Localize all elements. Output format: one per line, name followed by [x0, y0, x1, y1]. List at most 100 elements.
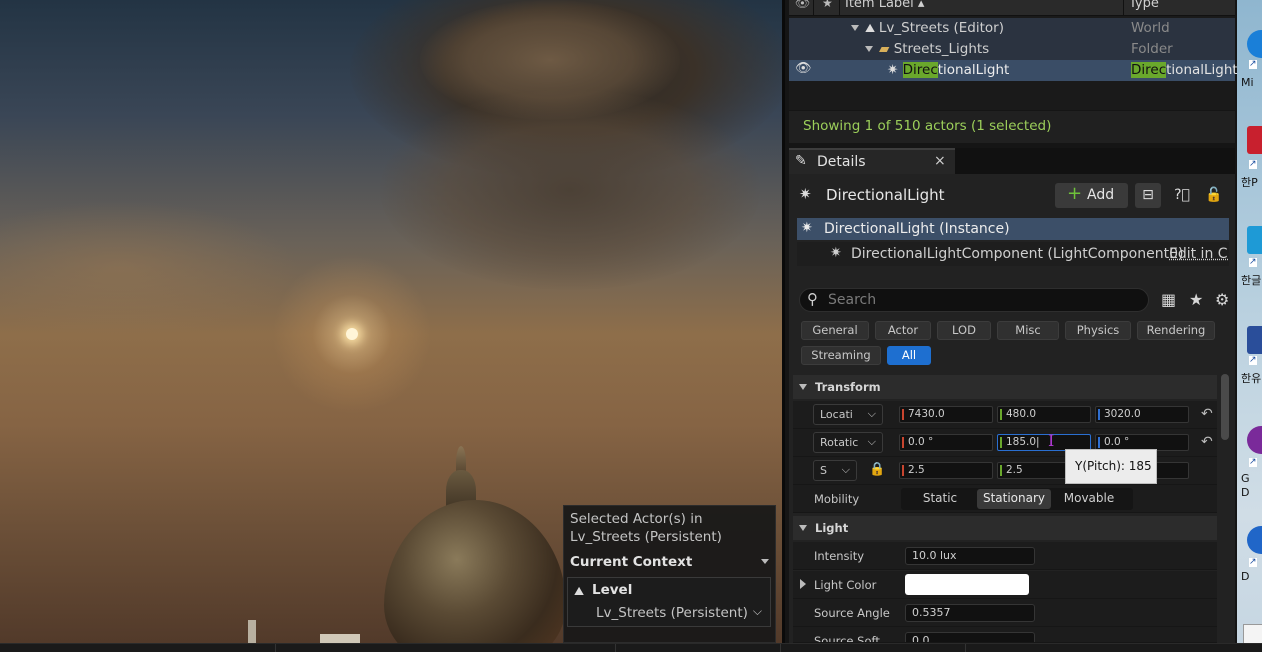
- add-component-button[interactable]: + Add: [1055, 183, 1128, 208]
- value: 0.0 °: [1104, 436, 1130, 448]
- mobility-stationary[interactable]: Stationary: [977, 489, 1051, 509]
- selected-actors-line2: Lv_Streets (Persistent): [570, 529, 722, 545]
- file-icon[interactable]: [1243, 624, 1262, 643]
- level-box[interactable]: ⛰ Level Lv_Streets (Persistent) ⌵: [567, 577, 771, 627]
- onion-dome: [384, 500, 566, 643]
- lock-icon[interactable]: 🔒: [869, 462, 885, 477]
- tab-details[interactable]: ✎ Details ×: [789, 148, 955, 174]
- filter-actor[interactable]: Actor: [875, 321, 931, 340]
- location-dropdown[interactable]: Locati ⌵: [813, 404, 883, 425]
- scale-dropdown[interactable]: S ⌵: [813, 460, 857, 481]
- component-instance: DirectionalLight (Instance): [824, 221, 1010, 237]
- chevron-down-icon[interactable]: ⌵: [753, 604, 762, 619]
- intensity-row: Intensity 10.0 lux: [793, 542, 1217, 570]
- level-value: Lv_Streets (Persistent): [596, 605, 748, 621]
- chevron-down-icon: ⌵: [867, 407, 876, 420]
- filter-misc[interactable]: Misc: [997, 321, 1059, 340]
- desktop-label: 한P: [1241, 176, 1258, 189]
- world-name: Lv_Streets (Editor): [878, 20, 1004, 36]
- collapse-arrow-icon: [799, 525, 807, 531]
- actor-name[interactable]: DirectionalLight: [826, 186, 945, 204]
- desktop-label: 한유: [1241, 372, 1262, 385]
- scale-label: S: [820, 464, 827, 477]
- source-angle-field[interactable]: 0.5357: [905, 604, 1035, 622]
- collapse-arrow-icon: [799, 384, 807, 390]
- shortcut-arrow-icon: ↗: [1249, 457, 1257, 467]
- filter-all[interactable]: All: [887, 346, 931, 365]
- location-x-field[interactable]: 7430.0: [899, 406, 993, 423]
- app-icon[interactable]: [1247, 526, 1262, 554]
- app-icon[interactable]: [1247, 226, 1262, 254]
- details-scrollbar[interactable]: [1221, 374, 1229, 440]
- current-context-heading: Current Context: [570, 554, 693, 570]
- edit-in-cpp-link[interactable]: Edit in C+: [1169, 246, 1229, 262]
- mobility-row: Mobility Static Stationary Movable: [793, 485, 1217, 513]
- reset-arrow-icon[interactable]: ↶: [1201, 434, 1213, 450]
- star-icon[interactable]: ★: [822, 0, 833, 10]
- rotation-roll-field[interactable]: 0.0 °: [899, 434, 993, 451]
- plus-icon: +: [1067, 183, 1083, 204]
- light-color-swatch[interactable]: [905, 574, 1029, 595]
- desktop-strip: ↗ Mi ↗ 한P ↗ 한글 ↗ 한유 ↗ G D ↗ D: [1237, 0, 1262, 643]
- gear-icon[interactable]: ⚙: [1215, 290, 1229, 309]
- type-column[interactable]: Type: [1129, 0, 1159, 11]
- close-icon[interactable]: ×: [934, 153, 946, 169]
- collapse-arrow-icon[interactable]: [761, 559, 769, 564]
- outliner-row[interactable]: ▰ Streets_Lights Folder: [789, 39, 1235, 60]
- pitch-tooltip: Y(Pitch): 185: [1065, 449, 1157, 484]
- search-input[interactable]: [828, 291, 1128, 309]
- value: 0.0 °: [908, 436, 934, 448]
- star-icon[interactable]: ★: [1189, 290, 1203, 309]
- app-icon[interactable]: [1247, 126, 1262, 154]
- sun: [346, 328, 358, 340]
- shortcut-arrow-icon: ↗: [1249, 257, 1257, 267]
- help-icon[interactable]: ?⃝: [1169, 183, 1195, 208]
- intensity-field[interactable]: 10.0 lux: [905, 547, 1035, 565]
- table-icon[interactable]: ▦: [1161, 290, 1176, 309]
- level-viewport[interactable]: Selected Actor(s) in Lv_Streets (Persist…: [0, 0, 782, 643]
- outliner-row-selected[interactable]: 👁 ✷ DirectionalLight DirectionalLight: [789, 60, 1238, 81]
- location-label: Locati: [820, 408, 853, 421]
- filter-streaming[interactable]: Streaming: [801, 346, 881, 365]
- location-z-field[interactable]: 3020.0: [1095, 406, 1189, 423]
- expand-arrow-icon[interactable]: [851, 25, 859, 31]
- desktop-label: Mi: [1241, 76, 1254, 89]
- filter-rendering[interactable]: Rendering: [1137, 321, 1215, 340]
- location-y-field[interactable]: 480.0: [997, 406, 1091, 423]
- lock-icon[interactable]: 🔓: [1201, 183, 1227, 208]
- section-transform[interactable]: Transform: [793, 375, 1217, 399]
- filter-lod[interactable]: LOD: [937, 321, 991, 340]
- section-title: Light: [815, 521, 849, 535]
- source-soft-field[interactable]: 0.0: [905, 632, 1035, 642]
- light-color-label: Light Color: [814, 578, 877, 592]
- item-label-column[interactable]: Item Label ▴: [845, 0, 924, 11]
- app-icon[interactable]: [1247, 426, 1262, 454]
- eye-icon[interactable]: 👁: [795, 0, 810, 10]
- scale-x-field[interactable]: 2.5: [899, 462, 993, 479]
- value: 10.0 lux: [912, 549, 957, 562]
- name-rest: tionalLight: [937, 62, 1010, 78]
- value: 7430.0: [908, 408, 945, 420]
- app-icon[interactable]: [1247, 30, 1262, 58]
- section-light[interactable]: Light: [793, 516, 1217, 540]
- filter-general[interactable]: General: [801, 321, 869, 340]
- expand-arrow-icon[interactable]: [800, 579, 806, 589]
- filter-physics[interactable]: Physics: [1065, 321, 1131, 340]
- outliner-footer: Showing 1 of 510 actors (1 selected): [789, 111, 1235, 143]
- shortcut-arrow-icon: ↗: [1249, 159, 1257, 169]
- mobility-movable[interactable]: Movable: [1053, 489, 1125, 509]
- app-icon[interactable]: [1247, 326, 1262, 354]
- current-context-popup: Selected Actor(s) in Lv_Streets (Persist…: [563, 505, 776, 643]
- component-child-row[interactable]: ✷ DirectionalLightComponent (LightCompon…: [797, 242, 1229, 266]
- blueprint-icon[interactable]: ⊟: [1135, 183, 1161, 208]
- tab-label: Details: [817, 154, 866, 170]
- mobility-static[interactable]: Static: [905, 489, 975, 509]
- component-instance-row[interactable]: ✷ DirectionalLight (Instance): [797, 218, 1229, 240]
- rotation-dropdown[interactable]: Rotatic ⌵: [813, 432, 883, 453]
- search-box[interactable]: ⚲: [799, 288, 1149, 312]
- outliner-row[interactable]: ⛰ Lv_Streets (Editor) World: [789, 18, 1235, 39]
- section-title: Transform: [815, 380, 881, 394]
- reset-arrow-icon[interactable]: ↶: [1201, 406, 1213, 422]
- expand-arrow-icon[interactable]: [865, 46, 873, 52]
- eye-icon[interactable]: 👁: [795, 61, 812, 76]
